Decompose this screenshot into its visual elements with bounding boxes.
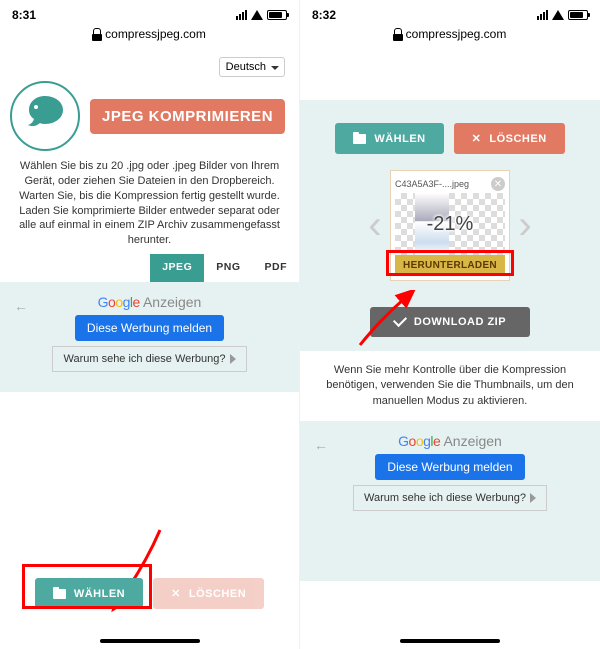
folder-icon [353, 134, 366, 144]
lock-icon [394, 28, 402, 36]
page-title: JPEG KOMPRIMIEREN [90, 99, 285, 134]
download-zip-button[interactable]: DOWNLOAD ZIP [370, 307, 530, 337]
url-bar[interactable]: compressjpeg.com [300, 25, 600, 45]
carousel-prev-icon[interactable]: ‹ [364, 203, 386, 248]
status-time: 8:31 [12, 8, 236, 22]
status-bar: 8:32 [300, 0, 600, 25]
google-logo: Google [398, 433, 440, 449]
url-text: compressjpeg.com [105, 27, 206, 41]
thumbnail-download-button[interactable]: HERUNTERLADEN [395, 255, 505, 276]
status-time: 8:32 [312, 8, 537, 22]
triangle-icon [530, 493, 536, 503]
ad-label: Anzeigen [443, 433, 501, 449]
compression-percent: -21% [427, 213, 474, 236]
folder-icon [53, 589, 66, 599]
thumbnail-card[interactable]: C43A5A3F-....jpeg ✕ -21% HERUNTERLADEN [390, 170, 510, 281]
delete-button[interactable]: ✕ LÖSCHEN [454, 123, 565, 154]
x-icon: ✕ [171, 587, 181, 600]
battery-icon [568, 10, 588, 20]
select-files-button[interactable]: WÄHLEN [335, 123, 443, 154]
status-icons [236, 10, 287, 20]
signal-icon [236, 10, 247, 20]
url-bar[interactable]: compressjpeg.com [0, 25, 299, 45]
format-tabs: JPEG PNG PDF [0, 254, 299, 282]
ad-report-button[interactable]: Diese Werbung melden [75, 315, 224, 341]
battery-icon [267, 10, 287, 20]
tab-png[interactable]: PNG [204, 254, 252, 282]
language-value: Deutsch [226, 61, 266, 73]
ad-report-button[interactable]: Diese Werbung melden [375, 454, 524, 480]
ad-dismiss-icon[interactable]: ← [14, 298, 28, 314]
control-help-text: Wenn Sie mehr Kontrolle über die Kompres… [300, 351, 600, 421]
phone-left: 8:31 compressjpeg.com Deutsch JPEG KO [0, 0, 300, 649]
language-select[interactable]: Deutsch [219, 57, 285, 77]
ad-dismiss-icon[interactable]: ← [314, 437, 328, 453]
delete-button[interactable]: ✕ LÖSCHEN [153, 578, 264, 609]
wifi-icon [251, 10, 263, 20]
triangle-icon [230, 354, 236, 364]
home-indicator[interactable] [400, 639, 500, 643]
status-bar: 8:31 [0, 0, 299, 25]
check-icon [393, 313, 407, 327]
ad-why-button[interactable]: Warum sehe ich diese Werbung? [353, 485, 547, 511]
tab-pdf[interactable]: PDF [253, 254, 300, 282]
ad-why-button[interactable]: Warum sehe ich diese Werbung? [52, 346, 246, 372]
ad-title: Google Anzeigen [300, 433, 600, 449]
intro-text: Wählen Sie bis zu 20 .jpg oder .jpeg Bil… [10, 151, 289, 254]
thumbnail-preview[interactable]: -21% [395, 193, 505, 255]
url-text: compressjpeg.com [406, 27, 507, 41]
google-logo: Google [98, 294, 140, 310]
ad-title: Google Anzeigen [0, 294, 299, 310]
thumbnail-remove-icon[interactable]: ✕ [491, 177, 505, 191]
thumbnail-filename: C43A5A3F-....jpeg [395, 179, 469, 189]
site-logo [10, 81, 80, 151]
carousel-next-icon[interactable]: › [514, 203, 536, 248]
x-icon: ✕ [472, 132, 482, 145]
status-icons [537, 10, 588, 20]
tab-jpeg[interactable]: JPEG [150, 254, 204, 282]
lock-icon [93, 28, 101, 36]
signal-icon [537, 10, 548, 20]
home-indicator[interactable] [100, 639, 200, 643]
ad-label: Anzeigen [143, 294, 201, 310]
phone-right: 8:32 compressjpeg.com WÄHLEN ✕ [300, 0, 600, 649]
select-files-button[interactable]: WÄHLEN [35, 578, 143, 609]
wifi-icon [552, 10, 564, 20]
